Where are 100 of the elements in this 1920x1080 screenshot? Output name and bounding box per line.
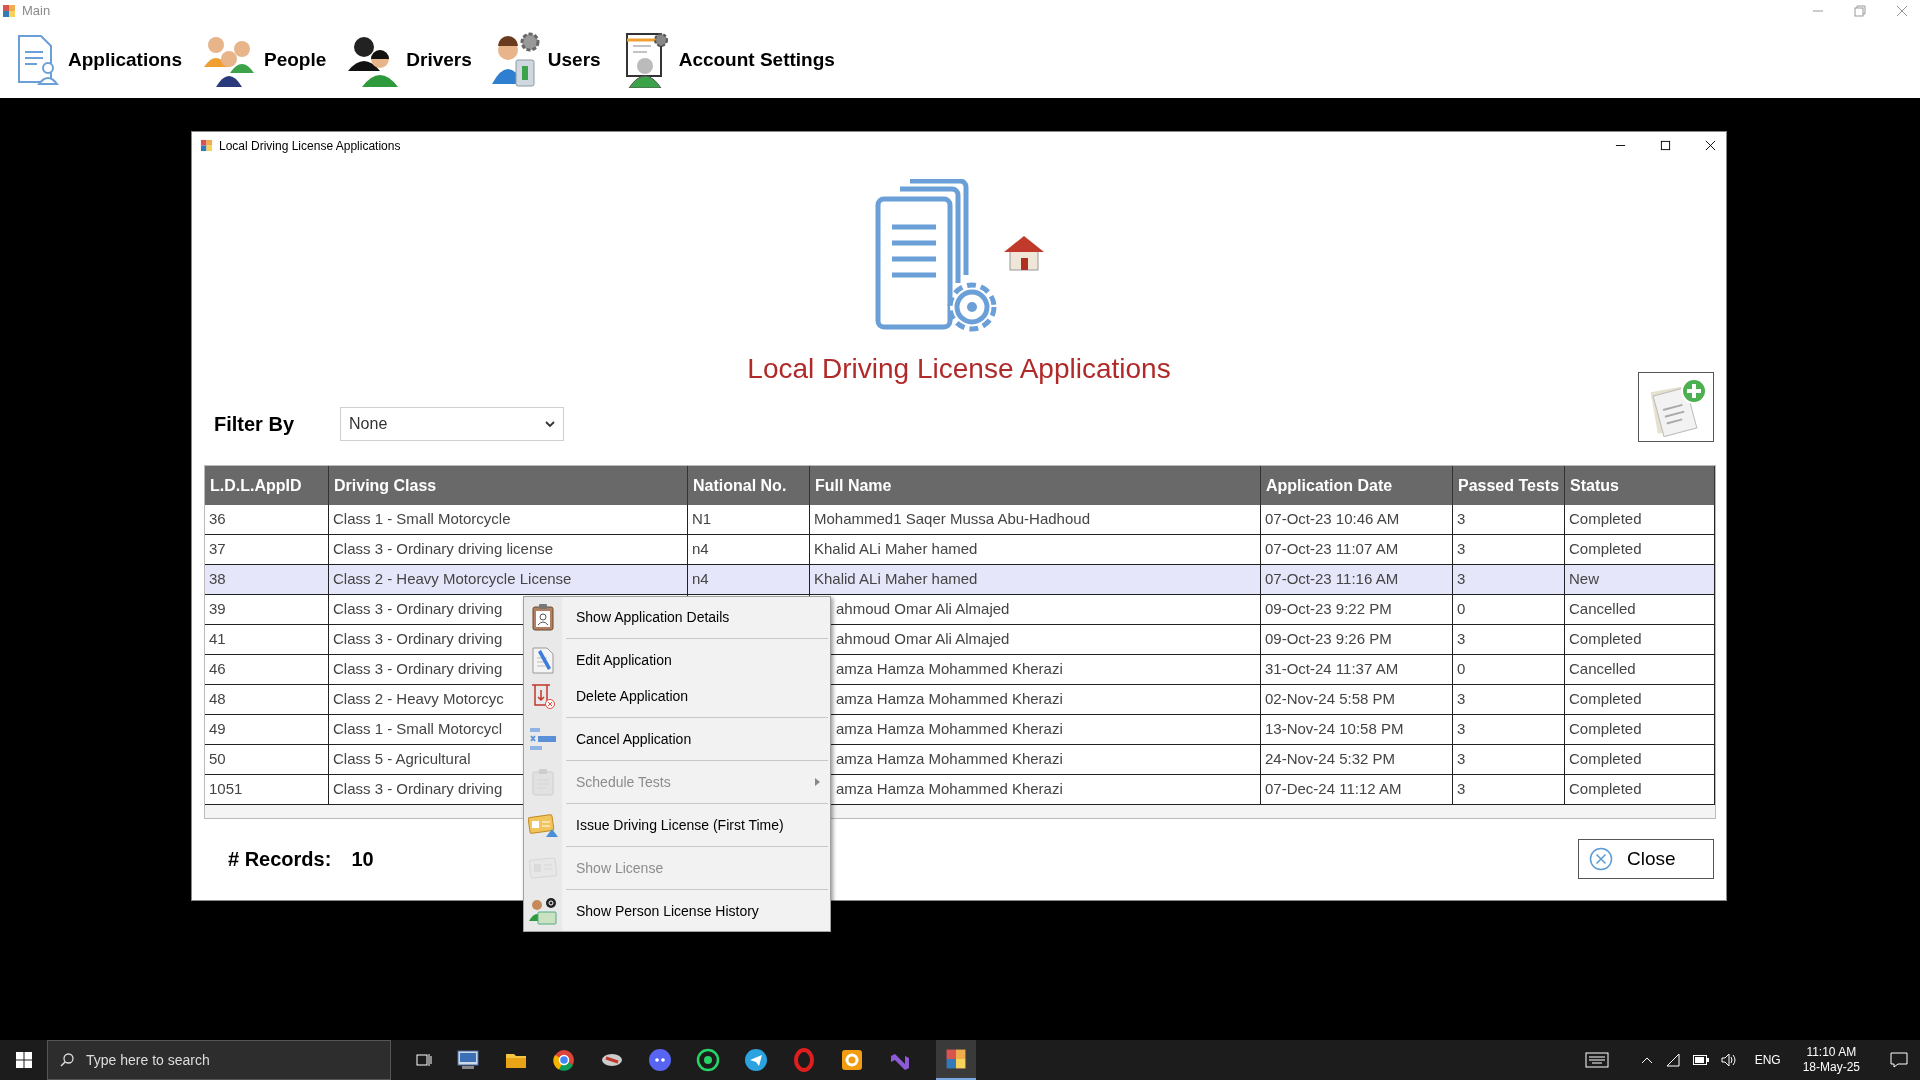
windows-start-icon[interactable]: [16, 1052, 32, 1068]
table-cell-text: n4: [692, 569, 709, 590]
list-cross-icon: [529, 727, 557, 751]
submenu-arrow-icon: [815, 778, 820, 786]
table-cell-text: Cancelled: [1569, 599, 1636, 620]
table-cell-text: 41: [209, 629, 226, 650]
table-cell-text: 07-Oct-23 11:07 AM: [1265, 539, 1399, 560]
speaker-icon[interactable]: [1720, 1053, 1737, 1067]
table-row[interactable]: 37 Class 3 - Ordinary driving license n4 Khalid ALi Maher hamed 07-Oct-23 11:07 AM 3 Completed: [205, 535, 1715, 565]
records-label: # Records:: [228, 847, 332, 872]
table-cell-text: New: [1569, 569, 1599, 590]
table-cell-text: Completed: [1569, 629, 1642, 650]
table-cell-text: 48: [209, 689, 226, 710]
window-title: Main: [22, 2, 51, 21]
app-icon: [200, 139, 213, 152]
toolbar-button[interactable]: People: [202, 28, 331, 92]
maximize-icon[interactable]: [1660, 140, 1671, 151]
table-cell-text: Khalid ALi Maher hamed: [814, 539, 978, 560]
table-cell-text: 02-Nov-24 5:58 PM: [1265, 689, 1396, 710]
table-cell-text: Cancelled: [1569, 659, 1636, 680]
chevron-up-icon[interactable]: [1640, 1056, 1653, 1064]
records-count: 10: [351, 847, 374, 872]
taskbar-clock[interactable]: 11:10 AM 18-May-25: [1802, 1045, 1860, 1075]
table-cell-text: 50: [209, 749, 226, 770]
battery-icon[interactable]: [1692, 1055, 1709, 1065]
table-cell-text: Class 3 - Ordinary driving license: [333, 539, 554, 560]
chevron-down-icon: [545, 420, 556, 428]
table-cell-text: 0: [1457, 659, 1466, 680]
table-cell-text: 3: [1457, 509, 1466, 530]
table-cell-text: n4: [692, 539, 709, 560]
table-cell-text: Completed: [1569, 779, 1642, 800]
table-cell-text: Class 3 - Ordinary driving: [333, 659, 503, 680]
toolbar-button[interactable]: Account Settings: [620, 28, 839, 92]
document-person-icon: [16, 34, 60, 86]
ring-icon[interactable]: [792, 1048, 816, 1072]
table-cell-text: 3: [1457, 539, 1466, 560]
table-cell-text: 13-Nov-24 10:58 PM: [1265, 719, 1404, 740]
table-cell-text: 31-Oct-24 11:37 AM: [1265, 659, 1399, 680]
table-cell-text: amza Hamza Mohammed Kherazi: [836, 689, 1063, 710]
table-cell-text: 09-Oct-23 9:26 PM: [1265, 629, 1392, 650]
table-cell-text: ahmoud Omar Ali Almajed: [836, 629, 1010, 650]
table-cell-text: 09-Oct-23 9:22 PM: [1265, 599, 1392, 620]
table-cell-text: Class 2 - Heavy Motorcycle License: [333, 569, 572, 590]
table-cell-text: Completed: [1569, 539, 1642, 560]
taskbar-app-icon[interactable]: [456, 1048, 480, 1072]
search-icon: [60, 1053, 74, 1067]
menu-item[interactable]: Show Person License History: [524, 893, 830, 929]
table-cell-text: 36: [209, 509, 226, 530]
table-cell-text: 0: [1457, 599, 1466, 620]
close-button[interactable]: Close: [1578, 839, 1714, 879]
table-cell-text: 07-Oct-23 11:16 AM: [1265, 569, 1399, 590]
table-cell-text: 07-Oct-23 10:46 AM: [1265, 509, 1400, 530]
add-application-button[interactable]: [1638, 372, 1714, 442]
user-gear-icon: [491, 32, 540, 88]
table-row[interactable]: 36 Class 1 - Small Motorcycle N1 Mohammed1 Saqer Mussa Abu-Hadhoud 07-Oct-23 10:46 AM 3 Completed: [205, 505, 1715, 535]
close-icon[interactable]: [1705, 140, 1716, 151]
table-cell-text: Mohammed1 Saqer Mussa Abu-Hadhoud: [814, 509, 1090, 530]
table-cell-text: Class 2 - Heavy Motorcyc: [333, 689, 504, 710]
keyboard-icon[interactable]: [1584, 1052, 1609, 1068]
taskbar-search-field[interactable]: Type here to search: [47, 1040, 391, 1080]
table-cell-text: Class 3 - Ordinary driving: [333, 779, 503, 800]
delete-document-icon: [530, 682, 556, 710]
chat-app-icon[interactable]: [648, 1048, 672, 1072]
toolbar-button[interactable]: Applications: [16, 28, 186, 92]
table-cell-text: Khalid ALi Maher hamed: [814, 569, 978, 590]
table-cell-text: 07-Dec-24 11:12 AM: [1265, 779, 1402, 800]
table-cell-text: N1: [692, 509, 712, 530]
table-cell-text: amza Hamza Mohammed Kherazi: [836, 719, 1063, 740]
table-cell-text: Class 3 - Ordinary driving: [333, 599, 503, 620]
table-row[interactable]: 38 Class 2 - Heavy Motorcycle License n4 Khalid ALi Maher hamed 07-Oct-23 11:16 AM 3 New: [205, 565, 1715, 595]
taskbar-app-icon[interactable]: [840, 1048, 864, 1072]
filter-dropdown[interactable]: None: [340, 407, 565, 441]
table-cell-text: Completed: [1569, 719, 1642, 740]
clipboard-person-icon: [531, 603, 555, 631]
phone-chat-icon[interactable]: [696, 1048, 720, 1072]
menu-item[interactable]: Issue Driving License (First Time): [524, 807, 830, 850]
paper-plane-icon[interactable]: [744, 1048, 768, 1072]
window-title: Local Driving License Applications: [219, 137, 401, 155]
table-cell-text: Completed: [1569, 509, 1642, 530]
table-cell-text: amza Hamza Mohammed Kherazi: [836, 659, 1063, 680]
table-cell-text: Completed: [1569, 749, 1642, 770]
active-taskbar-app[interactable]: [936, 1040, 976, 1080]
notifications-icon[interactable]: [1890, 1052, 1908, 1068]
browser-icon[interactable]: [552, 1048, 576, 1072]
close-icon: [1589, 847, 1613, 871]
task-view-icon[interactable]: [416, 1052, 432, 1068]
table-cell-text: 3: [1457, 779, 1466, 800]
table-cell-text: 3: [1457, 749, 1466, 770]
table-cell-text: amza Hamza Mohammed Kherazi: [836, 749, 1063, 770]
document-pen-icon: [531, 646, 555, 674]
language-indicator[interactable]: ENG: [1754, 1051, 1781, 1069]
table-cell-text: 24-Nov-24 5:32 PM: [1265, 749, 1396, 770]
toolbar-button[interactable]: Drivers: [346, 28, 476, 92]
table-cell-text: 3: [1457, 569, 1466, 590]
table-cell-text: Class 5 - Agricultural: [333, 749, 471, 770]
table-cell-text: Completed: [1569, 689, 1642, 710]
table-cell-text: 3: [1457, 719, 1466, 740]
table-cell-text: amza Hamza Mohammed Kherazi: [836, 779, 1063, 800]
toolbar-button[interactable]: Users: [491, 28, 605, 92]
table-cell-text: 1051: [209, 779, 243, 800]
